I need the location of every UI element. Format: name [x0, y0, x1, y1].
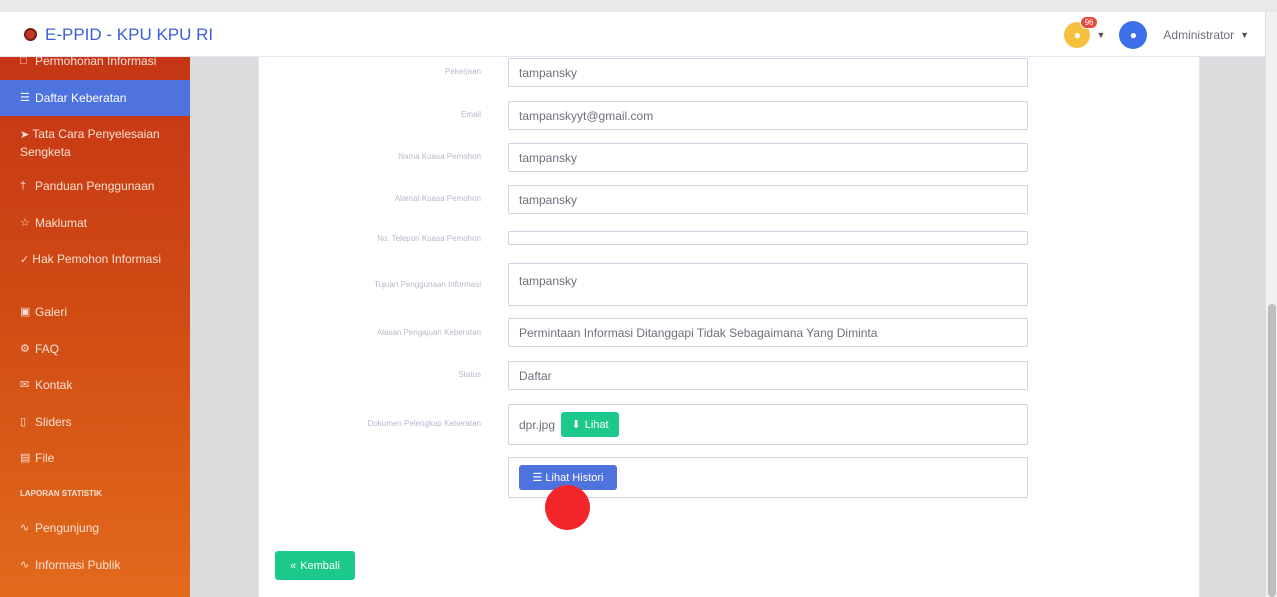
- star-icon: ☆: [20, 217, 30, 229]
- sidebar-item-permohonan-informasi[interactable]: □ Permohonan Informasi: [0, 57, 190, 70]
- user-avatar[interactable]: ●: [1119, 20, 1148, 49]
- sidebar-item-label: Daftar Keberatan: [35, 90, 127, 105]
- slides-icon: ▯: [20, 416, 27, 428]
- sidebar-section-heading: LAPORAN STATISTIK: [20, 489, 102, 498]
- field-label: Tujuan Penggunaan Informasi: [374, 280, 481, 289]
- lihat-histori-label: Lihat Histori: [545, 471, 604, 484]
- chart-line-icon: ∿: [20, 559, 30, 571]
- alamat-kuasa-field[interactable]: tampansky: [508, 185, 1028, 214]
- pekerjaan-field[interactable]: tampansky: [508, 58, 1028, 87]
- field-label: Nama Kuasa Pemohon: [398, 152, 481, 161]
- dokumen-pelengkap-field: dpr.jpg ⬇ Lihat: [508, 404, 1028, 445]
- sidebar-item-label: ➤ Tata Cara Penyelesaian Sengketa: [20, 127, 160, 159]
- sidebar-item-pengunjung[interactable]: ∿ Pengunjung: [0, 520, 190, 537]
- page-scrollbar[interactable]: [1265, 12, 1277, 597]
- database-icon: ☰: [20, 91, 30, 104]
- double-chevron-left-icon: «: [290, 559, 297, 572]
- sidebar-item-tata-cara[interactable]: ➤ Tata Cara Penyelesaian Sengketa: [0, 126, 190, 161]
- sidebar-item-label: Sliders: [35, 415, 72, 429]
- image-icon: ▣: [20, 306, 31, 318]
- sidebar-item-label: Permohonan Informasi: [35, 57, 157, 68]
- kembali-button[interactable]: « Kembali: [275, 551, 355, 580]
- histori-field: ☰ Lihat Histori: [508, 457, 1028, 498]
- alasan-pengajuan-field[interactable]: Permintaan Informasi Ditanggapi Tidak Se…: [508, 318, 1028, 347]
- field-label: Email: [460, 110, 481, 119]
- chart-line-icon: ∿: [20, 522, 30, 534]
- brand[interactable]: E-PPID - KPU KPU RI: [24, 12, 213, 57]
- telepon-kuasa-field[interactable]: [508, 231, 1028, 245]
- sidebar-item-label: FAQ: [35, 342, 60, 356]
- document-filename: dpr.jpg: [519, 417, 556, 432]
- document-icon: □: [20, 57, 27, 67]
- check-circle-icon: ✓: [20, 254, 33, 266]
- detail-card: Pekerjaan tampansky Email tampanskyyt@gm…: [258, 57, 1200, 597]
- tujuan-penggunaan-field[interactable]: tampansky: [508, 263, 1028, 306]
- download-icon: ⬇: [571, 419, 581, 431]
- status-field[interactable]: Daftar: [508, 361, 1028, 390]
- top-strip: [0, 0, 1277, 12]
- file-icon: ▤: [20, 452, 31, 464]
- sidebar-item-kontak[interactable]: ✉ Kontak: [0, 377, 190, 394]
- scrollbar-thumb[interactable]: [1268, 304, 1276, 597]
- sidebar: □ Permohonan Informasi ☰ Daftar Keberata…: [0, 57, 190, 597]
- sidebar-item-sliders[interactable]: ▯ Sliders: [0, 414, 190, 431]
- sidebar-item-label: Maklumat: [35, 216, 88, 230]
- sidebar-item-label: File: [35, 451, 55, 465]
- sidebar-item-label: Informasi Publik: [35, 558, 121, 572]
- sidebar-item-galeri[interactable]: ▣ Galeri: [0, 304, 190, 321]
- click-indicator: [545, 485, 590, 530]
- notification-bell[interactable]: ● 96: [1064, 15, 1099, 48]
- notification-caret-icon[interactable]: ▼: [1096, 30, 1105, 40]
- user-name[interactable]: Administrator: [1163, 28, 1234, 42]
- sidebar-item-panduan-penggunaan[interactable]: † Panduan Penggunaan: [0, 178, 190, 195]
- sidebar-item-faq[interactable]: ⚙ FAQ: [0, 341, 190, 358]
- top-navbar: E-PPID - KPU KPU RI ● 96 ▼ ● Administrat…: [0, 12, 1265, 57]
- header-right: ● 96 ▼ ● Administrator ▼: [1064, 12, 1249, 57]
- kpu-logo-icon: [24, 28, 37, 41]
- user-icon: ●: [1129, 27, 1138, 42]
- mail-icon: ✉: [20, 379, 30, 391]
- lihat-dokumen-button[interactable]: ⬇ Lihat: [561, 412, 620, 437]
- rocket-icon: ➤: [20, 129, 33, 141]
- bell-icon: ●: [1073, 27, 1082, 42]
- sidebar-item-daftar-keberatan[interactable]: ☰ Daftar Keberatan: [0, 80, 190, 116]
- field-label: Dokumen Pelengkap Keberatan: [367, 419, 481, 428]
- field-label: Alamat Kuasa Pemohon: [394, 194, 481, 203]
- lihat-button-label: Lihat: [584, 418, 609, 431]
- list-icon: ☰: [532, 472, 543, 484]
- app-title: E-PPID - KPU KPU RI: [45, 24, 214, 44]
- sidebar-item-file[interactable]: ▤ File: [0, 450, 190, 467]
- nama-kuasa-field[interactable]: tampansky: [508, 143, 1028, 172]
- sidebar-item-label: Galeri: [35, 305, 68, 319]
- field-label: Alasan Pengajuan Keberatan: [376, 328, 481, 337]
- tools-icon: †: [20, 180, 27, 192]
- email-field[interactable]: tampanskyyt@gmail.com: [508, 101, 1028, 130]
- field-label: Pekerjaan: [444, 67, 481, 76]
- sidebar-item-informasi-publik[interactable]: ∿ Informasi Publik: [0, 557, 190, 574]
- sidebar-item-label: Pengunjung: [35, 521, 100, 535]
- notification-count-badge: 96: [1079, 15, 1099, 29]
- kembali-label: Kembali: [300, 559, 340, 572]
- faq-icon: ⚙: [20, 343, 30, 355]
- sidebar-item-label: Kontak: [35, 378, 73, 392]
- sidebar-item-label: ✓ Hak Pemohon Informasi: [20, 252, 162, 266]
- field-label: Status: [458, 370, 481, 379]
- sidebar-item-hak-pemohon[interactable]: ✓ Hak Pemohon Informasi: [0, 251, 190, 269]
- sidebar-item-maklumat[interactable]: ☆ Maklumat: [0, 215, 190, 232]
- user-menu-caret-icon[interactable]: ▼: [1240, 30, 1249, 40]
- field-label: No. Telepon Kuasa Pemohon: [377, 234, 481, 243]
- sidebar-item-label: Panduan Penggunaan: [35, 179, 155, 193]
